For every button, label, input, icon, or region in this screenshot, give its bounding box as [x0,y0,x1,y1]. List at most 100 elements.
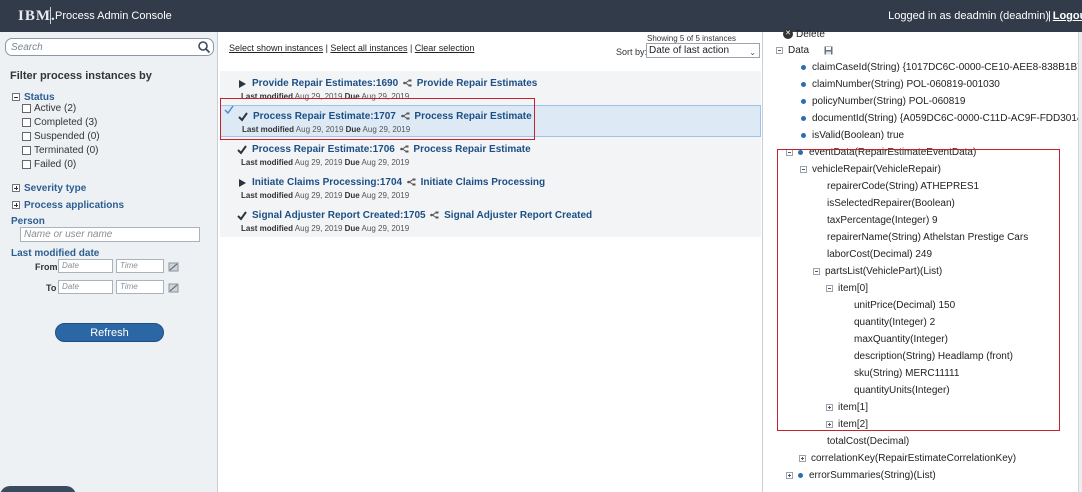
time-placeholder: Time [120,282,138,291]
process-name[interactable]: Provide Repair Estimates [417,78,538,89]
date-placeholder: Date [62,282,79,291]
instance-meta: Last modified Aug 29, 2019 Due Aug 29, 2… [241,158,410,167]
top-bar: IBM. Process Admin Console Logged in as … [0,0,1082,32]
collapse-icon[interactable] [776,46,783,54]
data-section-header[interactable]: Data [776,45,833,56]
search-icon[interactable] [197,40,211,54]
checkbox[interactable] [22,159,31,169]
logged-in-user: Logged in as deadmin (deadmin) [888,10,1049,22]
search-input[interactable]: Search [5,38,214,56]
app-title: Process Admin Console [55,10,172,22]
delete-label[interactable]: Delete [796,29,825,40]
select-shown-link[interactable]: Select shown instances [229,43,323,53]
close-icon[interactable]: ✕ [783,29,793,40]
process-name[interactable]: Initiate Claims Processing [421,177,546,188]
instance-title[interactable]: Process Repair Estimate:1706 Process Rep… [252,144,531,155]
severity-label[interactable]: Severity type [24,183,86,194]
panel-footer-tab [0,486,76,492]
process-name[interactable]: Process Repair Estimate [413,144,530,155]
check-icon [237,211,247,221]
time-placeholder: Time [120,261,138,270]
checkbox[interactable] [22,103,31,113]
checkbox-label: Failed (0) [34,159,77,170]
severity-section-header[interactable]: Severity type [12,182,86,194]
from-label: From [35,262,58,272]
process-apps-section-header[interactable]: Process applications [12,199,124,211]
checkbox[interactable] [22,117,31,127]
data-field: totalCost(Decimal) [827,436,910,447]
bullet-icon [801,98,806,104]
process-apps-label[interactable]: Process applications [24,200,124,211]
highlight-box [777,149,1060,431]
process-diagram-icon [399,145,409,153]
play-icon [239,80,246,88]
checkbox[interactable] [22,145,31,155]
instance-name[interactable]: Signal Adjuster Report Created:1705 [252,210,426,221]
instance-list: Provide Repair Estimates:1690 Provide Re… [220,71,761,237]
data-field: claimNumber(String) POL-060819-001030 [801,79,1000,90]
instance-meta: Last modified Aug 29, 2019 Due Aug 29, 2… [241,224,410,233]
instance-title[interactable]: Provide Repair Estimates:1690 Provide Re… [252,78,537,89]
sort-select[interactable]: Date of last action ⌄ [646,43,760,58]
process-diagram-icon [407,178,416,186]
clear-selection-link[interactable]: Clear selection [415,43,475,53]
from-time-field[interactable]: Time [116,259,164,273]
checkbox[interactable] [22,131,31,141]
status-checkbox-completed[interactable]: Completed (3) [22,117,97,128]
calendar-icon[interactable] [168,261,179,272]
bullet-icon [798,472,803,478]
instance-name[interactable]: Process Repair Estimate:1706 [252,144,395,155]
process-name[interactable]: Signal Adjuster Report Created [444,210,592,221]
select-all-link[interactable]: Select all instances [330,43,407,53]
to-date-field[interactable]: Date [58,280,113,294]
to-label: To [46,283,57,293]
header-separator: | [1048,10,1051,22]
check-icon [237,145,247,155]
status-checkbox-active[interactable]: Active (2) [22,103,76,114]
expand-icon[interactable] [786,471,793,479]
instance-list-panel: Select shown instances | Select all inst… [219,32,763,492]
bullet-icon [801,132,806,138]
expand-icon[interactable] [12,184,20,193]
instance-title[interactable]: Signal Adjuster Report Created:1705 Sign… [252,210,592,221]
status-checkbox-terminated[interactable]: Terminated (0) [22,145,98,156]
checkbox-label: Terminated (0) [34,145,99,156]
from-date-field[interactable]: Date [58,259,113,273]
logout-link[interactable]: Logout [1053,10,1082,22]
refresh-button[interactable]: Refresh [55,323,164,342]
chevron-down-icon[interactable]: ⌄ [749,46,756,59]
bullet-icon [801,81,806,87]
status-label[interactable]: Status [24,92,55,103]
expand-icon[interactable] [799,454,806,462]
data-label: Data [788,45,810,56]
data-field: isValid(Boolean) true [801,130,904,141]
sort-by-label: Sort by: [616,47,648,57]
tree-node-correlation-key[interactable]: correlationKey(RepairEstimateCorrelation… [799,453,1016,464]
highlight-box [220,98,535,140]
tree-node-error-summaries[interactable]: errorSummaries(String)(List) [786,470,936,481]
expand-icon[interactable] [12,201,20,210]
scrollbar[interactable] [1078,32,1082,492]
date-placeholder: Date [62,261,79,270]
status-checkbox-suspended[interactable]: Suspended (0) [22,131,100,142]
selection-links: Select shown instances | Select all inst… [229,43,474,53]
checkbox-label: Suspended (0) [34,131,100,142]
process-diagram-icon [430,211,439,219]
status-section-header[interactable]: Status [12,91,55,103]
bullet-icon [801,64,806,70]
instance-row[interactable]: Signal Adjuster Report Created:1705 Sign… [220,205,761,237]
collapse-icon[interactable] [12,93,20,102]
bullet-icon [801,115,806,121]
instance-title[interactable]: Initiate Claims Processing:1704 Initiate… [252,177,545,188]
person-field[interactable]: Name or user name [20,227,200,242]
instance-row[interactable]: Initiate Claims Processing:1704 Initiate… [220,172,761,204]
sort-value: Date of last action [649,45,730,56]
delete-action[interactable]: ✕ Delete [783,29,825,40]
status-checkbox-failed[interactable]: Failed (0) [22,159,76,170]
calendar-icon[interactable] [168,282,179,293]
save-icon[interactable] [824,46,833,55]
instance-row[interactable]: Process Repair Estimate:1706 Process Rep… [220,139,761,171]
to-time-field[interactable]: Time [116,280,164,294]
instance-name[interactable]: Initiate Claims Processing:1704 [252,177,402,188]
instance-name[interactable]: Provide Repair Estimates:1690 [252,78,398,89]
